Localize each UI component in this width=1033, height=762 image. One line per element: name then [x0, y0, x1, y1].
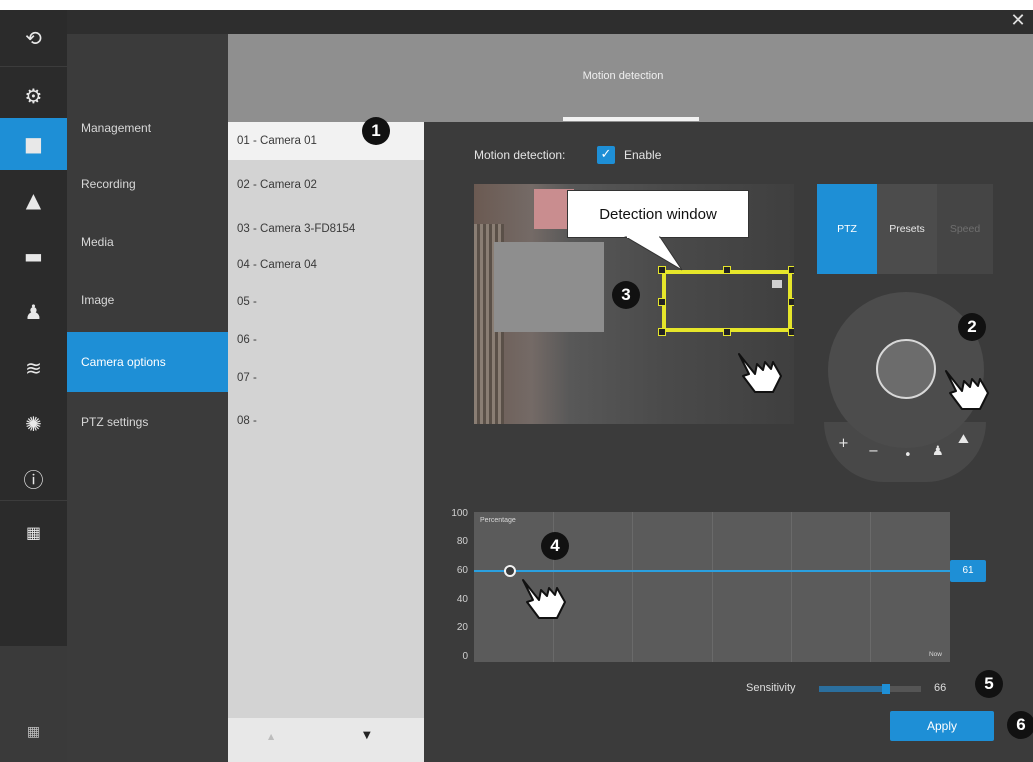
- apply-button[interactable]: Apply: [890, 711, 994, 741]
- step-marker: 1: [362, 117, 390, 145]
- gear-icon[interactable]: ⚙: [0, 68, 67, 124]
- chart-y-axis: 100 80 60 40 20 0: [442, 508, 468, 668]
- alarm-icon[interactable]: ▲: [0, 172, 67, 228]
- detection-window[interactable]: [662, 270, 792, 332]
- ptz-joystick-knob[interactable]: [876, 339, 936, 399]
- monitor-icon[interactable]: ▬: [0, 228, 67, 284]
- step-marker: 6: [1007, 711, 1033, 739]
- tab-underline: [563, 117, 699, 121]
- resize-handle[interactable]: [658, 298, 666, 306]
- menu-item-recording[interactable]: Recording: [67, 158, 228, 210]
- camera-icon[interactable]: ■: [0, 118, 67, 170]
- camera-list-pager: ▲ ▼: [228, 718, 424, 762]
- menu-item-ptz-settings[interactable]: PTZ settings: [67, 396, 228, 448]
- hand-pointer-icon: [738, 353, 782, 393]
- rail-bottom: ▦: [0, 646, 67, 762]
- network-icon[interactable]: ✺: [0, 396, 67, 452]
- motion-detection-label: Motion detection:: [474, 148, 566, 162]
- resize-handle[interactable]: [723, 328, 731, 336]
- menu-item-camera-options[interactable]: Camera options: [67, 332, 228, 392]
- tab-speed[interactable]: Speed: [937, 184, 993, 274]
- enable-label: Enable: [624, 148, 662, 162]
- grid-icon[interactable]: ▦: [0, 704, 67, 760]
- back-icon[interactable]: ⟲: [0, 10, 67, 66]
- detection-window-callout: Detection window: [567, 190, 749, 238]
- zoom-out-icon[interactable]: −: [868, 444, 879, 459]
- y-tick-label: 0: [462, 651, 468, 662]
- privacy-mask: [494, 242, 604, 332]
- resize-handle[interactable]: [788, 328, 794, 336]
- page-header: Motion detection: [228, 34, 1033, 122]
- sensitivity-slider-thumb[interactable]: [882, 684, 891, 694]
- camera-list-item[interactable]: 05 -: [228, 283, 424, 321]
- database-icon[interactable]: ≋: [0, 340, 67, 396]
- camera-list: 01 - Camera 01 02 - Camera 02 03 - Camer…: [228, 122, 424, 762]
- sensitivity-value: 66: [934, 682, 947, 694]
- threshold-handle[interactable]: [504, 564, 516, 577]
- page-up-icon[interactable]: ▲: [268, 732, 274, 741]
- app-window: ⟲ ⚙ ■ ▲ ▬ ♟ ≋ ✺ ⓘ ▦ ▦ ✕ Management Recor…: [0, 0, 1033, 762]
- tab-ptz[interactable]: PTZ: [817, 184, 877, 274]
- resize-handle[interactable]: [723, 266, 731, 274]
- page-down-icon[interactable]: ▼: [363, 730, 371, 741]
- y-tick-label: 100: [451, 508, 468, 519]
- enable-checkbox[interactable]: ✓: [597, 146, 615, 164]
- camera-list-item[interactable]: 03 - Camera 3-FD8154: [228, 210, 424, 248]
- tab-motion-detection[interactable]: Motion detection: [558, 70, 688, 82]
- home-icon[interactable]: ♟: [932, 444, 944, 459]
- camera-list-item[interactable]: 08 -: [228, 402, 424, 440]
- camera-list-item[interactable]: 04 - Camera 04: [228, 246, 424, 284]
- step-marker: 3: [612, 281, 640, 309]
- y-tick-label: 80: [456, 536, 468, 547]
- resize-handle[interactable]: [788, 266, 794, 274]
- chart-now-label: Now: [928, 651, 942, 658]
- resize-handle[interactable]: [658, 328, 666, 336]
- y-tick-label: 60: [456, 565, 468, 576]
- icon-rail: ⟲ ⚙ ■ ▲ ▬ ♟ ≋ ✺ ⓘ ▦ ▦: [0, 10, 67, 762]
- zoom-in-icon[interactable]: +: [838, 436, 849, 451]
- calendar-icon[interactable]: ▦: [0, 504, 67, 560]
- hand-pointer-icon: [522, 579, 566, 619]
- camera-list-item[interactable]: 01 - Camera 01: [228, 122, 424, 160]
- camera-list-item[interactable]: 07 -: [228, 359, 424, 397]
- resize-handle[interactable]: [788, 298, 794, 306]
- detection-window-close-icon[interactable]: [772, 280, 782, 288]
- settings-menu: Management Recording Media Image Camera …: [67, 34, 228, 762]
- camera-list-item[interactable]: 02 - Camera 02: [228, 166, 424, 204]
- y-tick-label: 40: [456, 594, 468, 605]
- info-icon[interactable]: ⓘ: [0, 450, 67, 506]
- title-bar: ✕: [67, 10, 1033, 34]
- threshold-line[interactable]: [474, 569, 950, 572]
- tab-presets[interactable]: Presets: [877, 184, 937, 274]
- y-tick-label: 20: [456, 622, 468, 633]
- camera-list-item[interactable]: 06 -: [228, 321, 424, 359]
- step-marker: 5: [975, 670, 1003, 698]
- chart-title: Percentage: [480, 517, 516, 524]
- step-marker: 4: [541, 532, 569, 560]
- image-icon[interactable]: ⛰: [958, 432, 969, 447]
- menu-item-management[interactable]: Management: [67, 102, 228, 154]
- callout-pointer: [624, 236, 683, 271]
- sensitivity-slider[interactable]: [819, 684, 921, 694]
- focus-icon[interactable]: •: [904, 448, 912, 463]
- sensitivity-label: Sensitivity: [746, 682, 796, 694]
- menu-item-media[interactable]: Media: [67, 216, 228, 268]
- hand-pointer-icon: [945, 370, 989, 410]
- close-icon[interactable]: ✕: [1007, 10, 1029, 34]
- step-marker: 2: [958, 313, 986, 341]
- threshold-value-badge: 61: [950, 559, 986, 582]
- menu-item-image[interactable]: Image: [67, 274, 228, 326]
- user-icon[interactable]: ♟: [0, 284, 67, 340]
- ptz-tabs: PTZ Presets Speed: [817, 184, 993, 274]
